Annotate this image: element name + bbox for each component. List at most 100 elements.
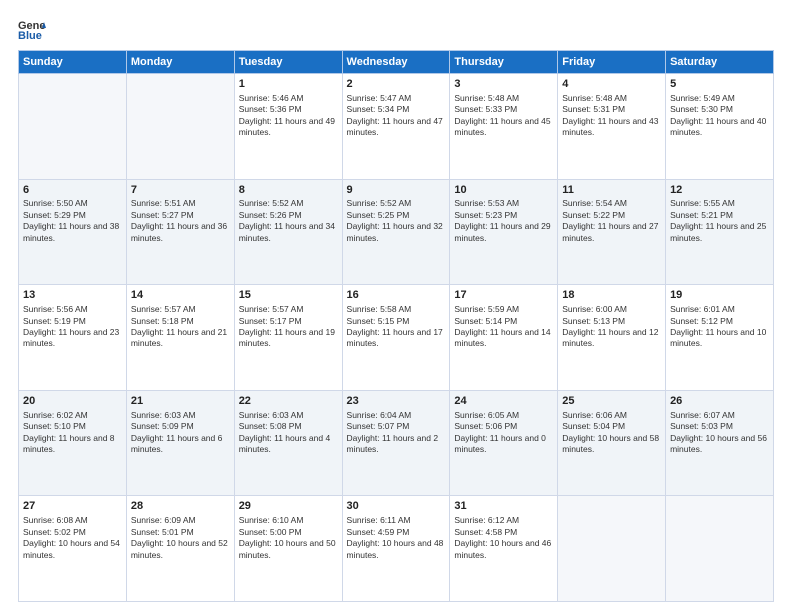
day-number: 2	[347, 77, 446, 92]
calendar-cell: 24Sunrise: 6:05 AM Sunset: 5:06 PM Dayli…	[450, 390, 558, 496]
day-details: Sunrise: 5:49 AM Sunset: 5:30 PM Dayligh…	[670, 93, 769, 139]
day-details: Sunrise: 5:51 AM Sunset: 5:27 PM Dayligh…	[131, 198, 230, 244]
day-details: Sunrise: 5:57 AM Sunset: 5:17 PM Dayligh…	[239, 304, 338, 350]
day-number: 11	[562, 183, 661, 198]
day-details: Sunrise: 5:54 AM Sunset: 5:22 PM Dayligh…	[562, 198, 661, 244]
day-details: Sunrise: 6:11 AM Sunset: 4:59 PM Dayligh…	[347, 515, 446, 561]
day-details: Sunrise: 6:04 AM Sunset: 5:07 PM Dayligh…	[347, 410, 446, 456]
calendar-cell: 7Sunrise: 5:51 AM Sunset: 5:27 PM Daylig…	[126, 179, 234, 285]
calendar-page: General Blue SundayMondayTuesdayWednesda…	[0, 0, 792, 612]
calendar-cell: 27Sunrise: 6:08 AM Sunset: 5:02 PM Dayli…	[19, 496, 127, 602]
calendar-cell: 21Sunrise: 6:03 AM Sunset: 5:09 PM Dayli…	[126, 390, 234, 496]
day-number: 29	[239, 499, 338, 514]
week-row-4: 20Sunrise: 6:02 AM Sunset: 5:10 PM Dayli…	[19, 390, 774, 496]
calendar-cell	[558, 496, 666, 602]
day-number: 6	[23, 183, 122, 198]
calendar-cell: 5Sunrise: 5:49 AM Sunset: 5:30 PM Daylig…	[666, 74, 774, 180]
day-number: 15	[239, 288, 338, 303]
calendar-cell: 14Sunrise: 5:57 AM Sunset: 5:18 PM Dayli…	[126, 285, 234, 391]
day-details: Sunrise: 5:57 AM Sunset: 5:18 PM Dayligh…	[131, 304, 230, 350]
day-number: 18	[562, 288, 661, 303]
day-number: 16	[347, 288, 446, 303]
day-details: Sunrise: 6:09 AM Sunset: 5:01 PM Dayligh…	[131, 515, 230, 561]
day-number: 23	[347, 394, 446, 409]
day-details: Sunrise: 5:46 AM Sunset: 5:36 PM Dayligh…	[239, 93, 338, 139]
day-details: Sunrise: 5:55 AM Sunset: 5:21 PM Dayligh…	[670, 198, 769, 244]
weekday-friday: Friday	[558, 51, 666, 74]
day-number: 1	[239, 77, 338, 92]
day-details: Sunrise: 5:52 AM Sunset: 5:25 PM Dayligh…	[347, 198, 446, 244]
week-row-3: 13Sunrise: 5:56 AM Sunset: 5:19 PM Dayli…	[19, 285, 774, 391]
day-number: 25	[562, 394, 661, 409]
calendar-table: SundayMondayTuesdayWednesdayThursdayFrid…	[18, 50, 774, 602]
day-number: 21	[131, 394, 230, 409]
day-number: 10	[454, 183, 553, 198]
calendar-cell: 17Sunrise: 5:59 AM Sunset: 5:14 PM Dayli…	[450, 285, 558, 391]
day-number: 8	[239, 183, 338, 198]
calendar-cell: 19Sunrise: 6:01 AM Sunset: 5:12 PM Dayli…	[666, 285, 774, 391]
day-number: 17	[454, 288, 553, 303]
day-details: Sunrise: 6:03 AM Sunset: 5:09 PM Dayligh…	[131, 410, 230, 456]
day-details: Sunrise: 5:58 AM Sunset: 5:15 PM Dayligh…	[347, 304, 446, 350]
calendar-cell: 8Sunrise: 5:52 AM Sunset: 5:26 PM Daylig…	[234, 179, 342, 285]
week-row-5: 27Sunrise: 6:08 AM Sunset: 5:02 PM Dayli…	[19, 496, 774, 602]
day-number: 3	[454, 77, 553, 92]
day-number: 28	[131, 499, 230, 514]
weekday-header-row: SundayMondayTuesdayWednesdayThursdayFrid…	[19, 51, 774, 74]
day-number: 14	[131, 288, 230, 303]
day-number: 19	[670, 288, 769, 303]
day-number: 5	[670, 77, 769, 92]
weekday-wednesday: Wednesday	[342, 51, 450, 74]
calendar-cell: 6Sunrise: 5:50 AM Sunset: 5:29 PM Daylig…	[19, 179, 127, 285]
calendar-cell: 22Sunrise: 6:03 AM Sunset: 5:08 PM Dayli…	[234, 390, 342, 496]
calendar-cell: 31Sunrise: 6:12 AM Sunset: 4:58 PM Dayli…	[450, 496, 558, 602]
day-number: 31	[454, 499, 553, 514]
calendar-cell: 20Sunrise: 6:02 AM Sunset: 5:10 PM Dayli…	[19, 390, 127, 496]
day-details: Sunrise: 6:08 AM Sunset: 5:02 PM Dayligh…	[23, 515, 122, 561]
day-details: Sunrise: 5:59 AM Sunset: 5:14 PM Dayligh…	[454, 304, 553, 350]
logo-icon: General Blue	[18, 18, 46, 40]
week-row-1: 1Sunrise: 5:46 AM Sunset: 5:36 PM Daylig…	[19, 74, 774, 180]
day-number: 7	[131, 183, 230, 198]
calendar-cell: 30Sunrise: 6:11 AM Sunset: 4:59 PM Dayli…	[342, 496, 450, 602]
weekday-saturday: Saturday	[666, 51, 774, 74]
day-details: Sunrise: 5:52 AM Sunset: 5:26 PM Dayligh…	[239, 198, 338, 244]
day-number: 27	[23, 499, 122, 514]
calendar-cell: 2Sunrise: 5:47 AM Sunset: 5:34 PM Daylig…	[342, 74, 450, 180]
svg-text:Blue: Blue	[18, 30, 42, 40]
calendar-cell: 26Sunrise: 6:07 AM Sunset: 5:03 PM Dayli…	[666, 390, 774, 496]
day-number: 24	[454, 394, 553, 409]
weekday-tuesday: Tuesday	[234, 51, 342, 74]
calendar-cell: 29Sunrise: 6:10 AM Sunset: 5:00 PM Dayli…	[234, 496, 342, 602]
calendar-cell: 13Sunrise: 5:56 AM Sunset: 5:19 PM Dayli…	[19, 285, 127, 391]
calendar-cell: 11Sunrise: 5:54 AM Sunset: 5:22 PM Dayli…	[558, 179, 666, 285]
weekday-monday: Monday	[126, 51, 234, 74]
day-details: Sunrise: 5:47 AM Sunset: 5:34 PM Dayligh…	[347, 93, 446, 139]
day-details: Sunrise: 6:05 AM Sunset: 5:06 PM Dayligh…	[454, 410, 553, 456]
day-details: Sunrise: 6:07 AM Sunset: 5:03 PM Dayligh…	[670, 410, 769, 456]
calendar-cell: 4Sunrise: 5:48 AM Sunset: 5:31 PM Daylig…	[558, 74, 666, 180]
day-number: 13	[23, 288, 122, 303]
calendar-cell: 18Sunrise: 6:00 AM Sunset: 5:13 PM Dayli…	[558, 285, 666, 391]
day-details: Sunrise: 5:48 AM Sunset: 5:33 PM Dayligh…	[454, 93, 553, 139]
day-number: 12	[670, 183, 769, 198]
logo: General Blue	[18, 18, 50, 40]
day-number: 20	[23, 394, 122, 409]
day-details: Sunrise: 6:10 AM Sunset: 5:00 PM Dayligh…	[239, 515, 338, 561]
calendar-cell: 25Sunrise: 6:06 AM Sunset: 5:04 PM Dayli…	[558, 390, 666, 496]
day-details: Sunrise: 5:50 AM Sunset: 5:29 PM Dayligh…	[23, 198, 122, 244]
calendar-cell	[126, 74, 234, 180]
calendar-cell	[666, 496, 774, 602]
weekday-thursday: Thursday	[450, 51, 558, 74]
calendar-cell: 1Sunrise: 5:46 AM Sunset: 5:36 PM Daylig…	[234, 74, 342, 180]
calendar-cell	[19, 74, 127, 180]
calendar-cell: 23Sunrise: 6:04 AM Sunset: 5:07 PM Dayli…	[342, 390, 450, 496]
day-details: Sunrise: 6:02 AM Sunset: 5:10 PM Dayligh…	[23, 410, 122, 456]
day-number: 4	[562, 77, 661, 92]
day-details: Sunrise: 5:53 AM Sunset: 5:23 PM Dayligh…	[454, 198, 553, 244]
calendar-cell: 3Sunrise: 5:48 AM Sunset: 5:33 PM Daylig…	[450, 74, 558, 180]
calendar-cell: 9Sunrise: 5:52 AM Sunset: 5:25 PM Daylig…	[342, 179, 450, 285]
day-number: 9	[347, 183, 446, 198]
day-details: Sunrise: 5:48 AM Sunset: 5:31 PM Dayligh…	[562, 93, 661, 139]
day-number: 26	[670, 394, 769, 409]
